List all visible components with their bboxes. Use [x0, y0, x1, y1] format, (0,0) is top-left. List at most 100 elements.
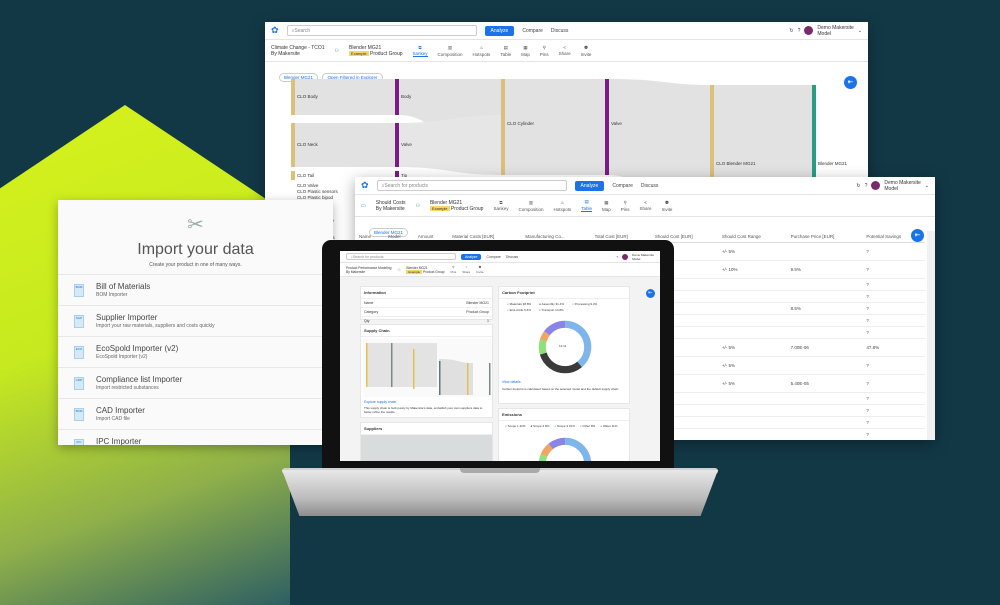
- sankey-node[interactable]: [291, 123, 295, 167]
- tab-sankey[interactable]: ⧉ Sankey: [412, 45, 428, 57]
- sankey-node[interactable]: [605, 79, 609, 175]
- context-selector[interactable]: Product Performance Modeling By Makersite: [346, 266, 391, 274]
- table-cell: ?: [862, 260, 925, 279]
- importer-item[interactable]: BOM CAD Importer Import CAD file: [58, 398, 333, 429]
- column-header[interactable]: Purchase Price [EUR]: [786, 231, 863, 243]
- nav-discuss[interactable]: Discuss: [641, 183, 659, 189]
- info-key: Qty: [364, 319, 370, 323]
- help-icon[interactable]: ?: [616, 255, 618, 259]
- tab-composition[interactable]: ▥ Composition: [438, 45, 463, 57]
- tab-share[interactable]: < Share: [559, 45, 571, 56]
- tab-sankey[interactable]: ⧉ Sankey: [493, 200, 508, 211]
- sankey-node[interactable]: [395, 79, 399, 115]
- collapse-button[interactable]: ⇤: [911, 229, 924, 242]
- nav-analyze[interactable]: Analyze: [461, 253, 482, 260]
- legend-dot-icon: ●: [507, 308, 509, 312]
- sankey-node[interactable]: [291, 79, 295, 115]
- table-cell: +/- 10%: [717, 260, 787, 279]
- product-selector[interactable]: Blender MG21 Example Product Group: [406, 266, 444, 274]
- avatar[interactable]: [804, 26, 814, 35]
- sankey-icon: ⧉: [499, 200, 503, 205]
- legend-item[interactable]: ● Scope 1 42%: [505, 424, 526, 428]
- importer-item[interactable]: SUP Supplier Importer Import your raw mate…: [58, 305, 333, 336]
- nav-compare[interactable]: Compare: [486, 255, 500, 259]
- nav-compare[interactable]: Compare: [522, 28, 543, 34]
- legend-item[interactable]: ● Materials 38.8%: [507, 302, 531, 306]
- product-selector[interactable]: Blender MG21 Example Product Group: [429, 200, 483, 212]
- nav-compare[interactable]: Compare: [612, 183, 633, 189]
- importer-item[interactable]: ECO EcoSpold Importer (v2) EcoSpold Import…: [58, 336, 333, 367]
- refresh-icon[interactable]: ↻: [856, 183, 860, 189]
- legend-item[interactable]: ● Other 8%: [580, 424, 595, 428]
- avatar[interactable]: [871, 181, 881, 190]
- nav-analyze[interactable]: Analyze: [484, 25, 515, 36]
- carbon-note: Carbon footprint is calculated based on …: [502, 387, 620, 391]
- suppliers-map[interactable]: [361, 435, 492, 461]
- tab-share[interactable]: < Share: [462, 265, 470, 274]
- product-selector[interactable]: Blender MG21 Example Product Group: [349, 45, 403, 57]
- tab-label: Share: [462, 270, 471, 274]
- collapse-button[interactable]: ⇤: [646, 289, 655, 298]
- pin-icon: ⚲: [452, 265, 455, 269]
- collapse-button[interactable]: ⇤: [844, 76, 857, 89]
- legend-item[interactable]: ● Assembly 31.4%: [539, 302, 564, 306]
- refresh-icon[interactable]: ↻: [789, 28, 793, 34]
- context-selector[interactable]: Should Costs By Makersite: [376, 200, 406, 212]
- sankey-label: Blender MG21: [818, 161, 848, 166]
- sankey-link: [505, 79, 605, 175]
- legend-item[interactable]: ● Transport 14.8%: [539, 308, 564, 312]
- product-badge: Example: [406, 269, 423, 274]
- tab-map[interactable]: ▦ Map: [521, 45, 530, 57]
- table-cell: [717, 290, 787, 303]
- view-details-link[interactable]: View details: [502, 380, 521, 384]
- tab-hotspots[interactable]: ♨ Hotspots: [553, 200, 571, 212]
- scrollbar[interactable]: [927, 231, 935, 440]
- nav-discuss[interactable]: Discuss: [506, 255, 518, 259]
- nav-analyze[interactable]: Analyze: [574, 180, 605, 191]
- legend-item[interactable]: ● Processing 9.4%: [572, 302, 597, 306]
- share-icon: <: [465, 265, 468, 269]
- importer-item[interactable]: CMP Compliance list Importer Import restri…: [58, 367, 333, 398]
- legend-item[interactable]: ● Scope 3 31%: [554, 424, 575, 428]
- help-icon[interactable]: ?: [798, 28, 801, 34]
- tab-share[interactable]: < Share: [640, 200, 652, 211]
- tab-table[interactable]: ▤ Table: [500, 45, 511, 57]
- avatar[interactable]: [622, 253, 629, 260]
- legend-item[interactable]: ● End-of-life 5.6%: [507, 308, 531, 312]
- importer-title: EcoSpold Importer (v2): [96, 344, 179, 353]
- tab-composition[interactable]: ▥ Composition: [518, 200, 543, 212]
- sankey-node[interactable]: [395, 123, 399, 167]
- legend-item[interactable]: ● Water 11%: [600, 424, 617, 428]
- tab-table[interactable]: ▤ Table: [581, 199, 593, 212]
- chevron-down-icon[interactable]: ⌄: [858, 28, 862, 34]
- info-value: Product Group: [466, 310, 489, 314]
- search-input[interactable]: ⌕ Search for products: [346, 253, 456, 260]
- search-input[interactable]: ⌕ Search for products: [376, 180, 567, 191]
- search-input[interactable]: ⌕ Search: [286, 25, 477, 36]
- nav-discuss[interactable]: Discuss: [551, 28, 569, 34]
- tab-hotspots[interactable]: ♨ Hotspots: [473, 45, 491, 57]
- search-placeholder: Search for products: [384, 182, 428, 189]
- info-key: Category: [364, 310, 379, 314]
- tab-pins[interactable]: ⚲ Pins: [450, 265, 456, 274]
- help-icon[interactable]: ?: [865, 183, 868, 189]
- legend-item[interactable]: ● Scope 2 8%: [531, 424, 550, 428]
- card-title: Supply Chain: [361, 325, 492, 337]
- importer-item[interactable]: IPCIPC ImporterImport IPC files: [58, 429, 333, 445]
- sankey-node[interactable]: [291, 171, 295, 180]
- sankey-node[interactable]: [501, 79, 505, 175]
- tab-map[interactable]: ▦ Map: [602, 200, 611, 212]
- suppliers-card: Suppliers: [360, 422, 493, 461]
- tab-invite[interactable]: ⚉ Invite: [581, 45, 592, 57]
- table-cell: ?: [862, 392, 925, 405]
- importer-title: Bill of Materials: [96, 282, 151, 291]
- chevron-down-icon[interactable]: ⌄: [925, 183, 929, 189]
- context-selector[interactable]: Climate Change - TCO1 By Makersite: [271, 45, 325, 57]
- importer-desc: EcoSpold Importer (v2): [96, 354, 148, 360]
- tab-invite[interactable]: ⚉ Invite: [476, 265, 483, 274]
- tab-invite[interactable]: ⚉ Invite: [662, 200, 673, 212]
- tab-pins[interactable]: ⚲ Pins: [621, 200, 630, 212]
- tab-pins[interactable]: ⚲ Pins: [540, 45, 549, 57]
- importer-item[interactable]: BOM Bill of Materials BOM Importer: [58, 274, 333, 305]
- column-header[interactable]: Should Cost Range: [717, 231, 787, 243]
